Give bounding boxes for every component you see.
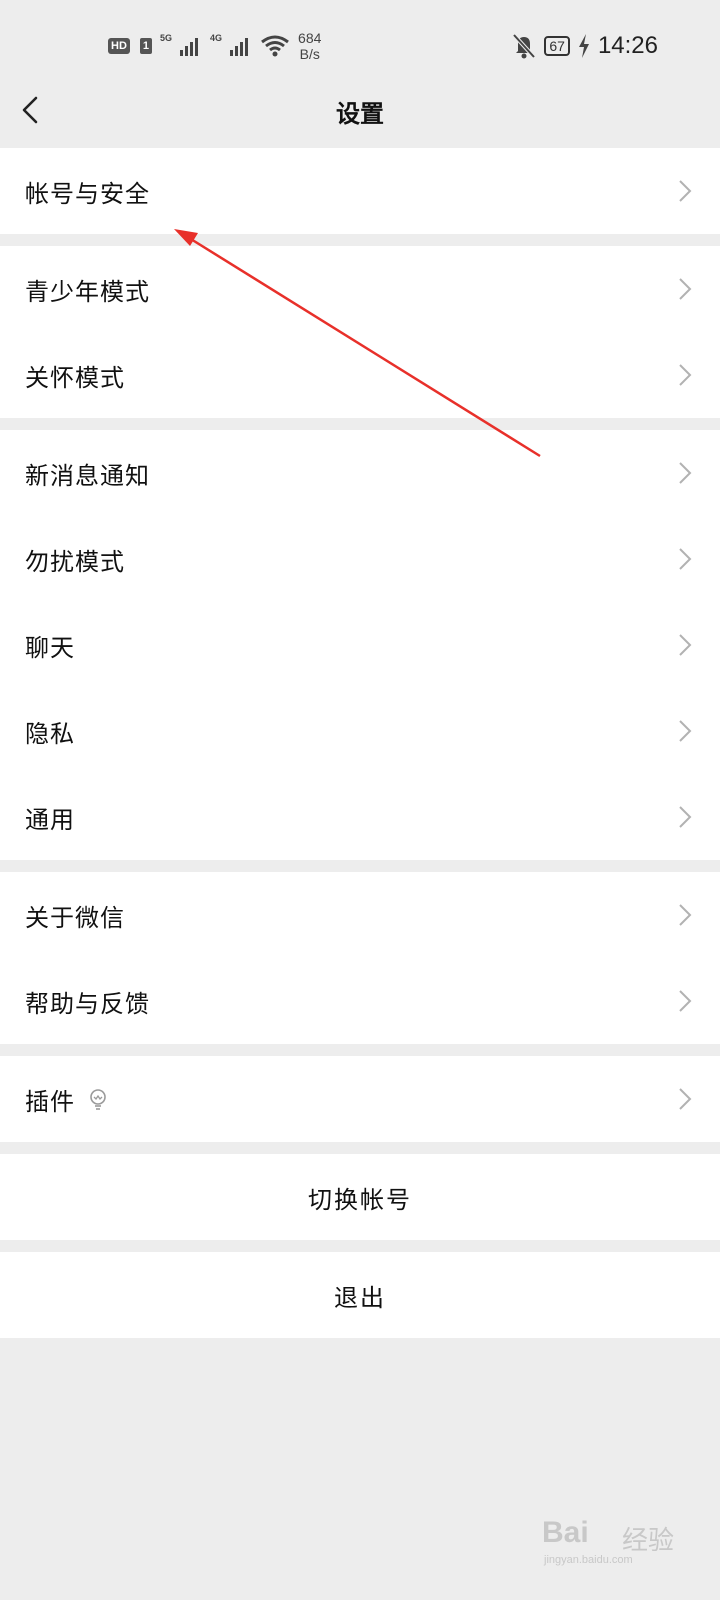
menu-item-about-wechat[interactable]: 关于微信 bbox=[0, 872, 720, 958]
chevron-right-icon bbox=[679, 806, 692, 828]
chevron-right-icon bbox=[679, 548, 692, 570]
chevron-right-icon bbox=[679, 990, 692, 1012]
switch-account-button[interactable]: 切换帐号 bbox=[0, 1154, 720, 1240]
menu-item-label: 关于微信 bbox=[25, 903, 125, 932]
status-left: HD 1 5G 4G 684 B/s bbox=[108, 28, 321, 64]
chevron-right-icon bbox=[679, 364, 692, 386]
settings-group-plugins: 插件 bbox=[0, 1056, 720, 1142]
menu-item-plugins[interactable]: 插件 bbox=[0, 1056, 720, 1142]
switch-account-section: 切换帐号 bbox=[0, 1154, 720, 1240]
menu-item-label: 聊天 bbox=[25, 633, 75, 662]
watermark-brand-cn: 经验 bbox=[622, 1526, 675, 1556]
menu-item-label: 帐号与安全 bbox=[25, 179, 150, 208]
menu-item-account-security[interactable]: 帐号与安全 bbox=[0, 148, 720, 234]
settings-group-about: 关于微信 帮助与反馈 bbox=[0, 872, 720, 1044]
network-speed: 684 B/s bbox=[298, 30, 321, 62]
watermark-brand: Bai bbox=[542, 1516, 589, 1549]
settings-group-modes: 青少年模式 关怀模式 bbox=[0, 246, 720, 418]
wifi-icon bbox=[261, 35, 289, 57]
menu-item-chat[interactable]: 聊天 bbox=[0, 602, 720, 688]
chevron-right-icon bbox=[679, 1088, 692, 1110]
menu-item-care-mode[interactable]: 关怀模式 bbox=[0, 332, 720, 418]
watermark-url: jingyan.baidu.com bbox=[544, 1554, 633, 1566]
menu-item-label: 青少年模式 bbox=[25, 277, 150, 306]
chevron-right-icon bbox=[679, 278, 692, 300]
menu-item-label: 勿扰模式 bbox=[25, 547, 125, 576]
menu-item-general[interactable]: 通用 bbox=[0, 774, 720, 860]
speed-unit: B/s bbox=[299, 46, 320, 62]
menu-item-label: 通用 bbox=[25, 805, 75, 834]
menu-item-teen-mode[interactable]: 青少年模式 bbox=[0, 246, 720, 332]
signal-icon bbox=[180, 38, 199, 56]
bell-muted-icon bbox=[512, 33, 536, 59]
chevron-right-icon bbox=[679, 462, 692, 484]
hd-badge: HD bbox=[108, 38, 130, 54]
page-title: 设置 bbox=[336, 100, 384, 128]
network-4g-label: 4G bbox=[210, 33, 223, 43]
menu-item-do-not-disturb[interactable]: 勿扰模式 bbox=[0, 516, 720, 602]
menu-item-label: 帮助与反馈 bbox=[25, 989, 150, 1018]
battery-indicator: 67 bbox=[544, 36, 570, 56]
speed-value: 684 bbox=[298, 30, 322, 46]
settings-group-general: 新消息通知 勿扰模式 聊天 隐私 通用 bbox=[0, 430, 720, 860]
nav-bar: 设置 bbox=[0, 70, 720, 150]
network-5g-label: 5G bbox=[160, 33, 173, 43]
menu-item-label: 隐私 bbox=[25, 719, 75, 748]
chevron-right-icon bbox=[679, 180, 692, 202]
settings-group-account: 帐号与安全 bbox=[0, 148, 720, 234]
logout-label: 退出 bbox=[334, 1283, 386, 1312]
menu-item-help-feedback[interactable]: 帮助与反馈 bbox=[0, 958, 720, 1044]
menu-item-notifications[interactable]: 新消息通知 bbox=[0, 430, 720, 516]
sim-badge: 1 bbox=[139, 38, 153, 54]
menu-item-label: 新消息通知 bbox=[25, 461, 150, 490]
logout-button[interactable]: 退出 bbox=[0, 1252, 720, 1338]
logout-section: 退出 bbox=[0, 1252, 720, 1338]
baidu-watermark: Bai 经验 jingyan.baidu.com bbox=[542, 1506, 702, 1566]
chevron-right-icon bbox=[679, 720, 692, 742]
chevron-right-icon bbox=[679, 904, 692, 926]
switch-account-label: 切换帐号 bbox=[308, 1185, 412, 1214]
menu-item-label: 关怀模式 bbox=[25, 363, 125, 392]
menu-item-privacy[interactable]: 隐私 bbox=[0, 688, 720, 774]
chevron-right-icon bbox=[679, 634, 692, 656]
charging-icon bbox=[578, 34, 589, 58]
lightbulb-icon bbox=[90, 1089, 106, 1110]
clock: 14:26 bbox=[597, 32, 658, 59]
menu-item-label: 插件 bbox=[25, 1087, 75, 1116]
signal-icon bbox=[230, 38, 249, 56]
status-right: 67 14:26 bbox=[512, 30, 658, 62]
